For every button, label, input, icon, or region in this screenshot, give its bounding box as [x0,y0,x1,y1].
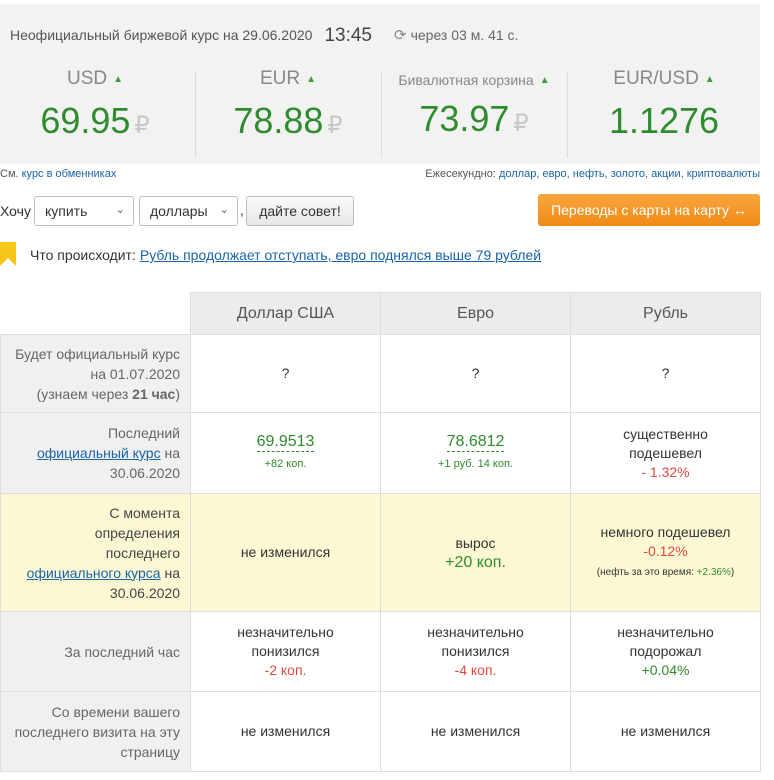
ruble-icon: ₽ [513,110,529,137]
exchange-offices-link[interactable]: курс в обменниках [22,168,117,180]
chevron-down-icon: ⌄ [219,204,229,216]
trend-up-icon: ▲ [704,74,715,85]
rate-basket-label: Бивалютная корзина [398,72,534,88]
rates-title: Неофициальный биржевой курс на 29.06.202… [10,27,313,43]
row-label-since-visit: Со времени вашего последнего визита на э… [0,691,191,772]
rate-usd-value: 69.95 [40,100,131,141]
since-official-rub-text: немного подешевел [600,524,731,540]
refresh-countdown: через 03 м. 41 с. [410,27,519,43]
rate-usd[interactable]: USD ▲ 69.95 ₽ [0,68,190,160]
see-prefix: См. [0,168,19,180]
column-usd: Доллар США [190,292,381,335]
row-label-forecast: Будет официальный курс на 01.07.2020 (уз… [0,334,191,413]
official-usd-value[interactable]: 69.9513 [256,433,315,452]
rate-basket[interactable]: Бивалютная корзина ▲ 73.97 ₽ [382,68,566,160]
table-row: За последний час незначительно понизился… [0,611,761,692]
official-eur-change: +1 руб. 14 коп. [438,458,513,470]
forecast-usd: ? [190,334,381,413]
row-label-last-official: Последний официальный курс на 30.06.2020 [0,412,191,494]
comparison-table: Доллар США Евро Рубль Будет официальный … [0,292,761,772]
news-label: Что происходит: [30,247,136,263]
table-row: Будет официальный курс на 01.07.2020 (уз… [0,334,761,413]
rate-eurusd-label: EUR/USD [613,68,699,89]
since-visit-eur: не изменился [380,691,571,772]
rate-eurusd[interactable]: EUR/USD ▲ 1.1276 [568,68,760,160]
since-official-eur: вырос +20 коп. [380,493,571,612]
every-second-prefix: Ежесекундно: [425,168,496,180]
link-dollar[interactable]: доллар [499,168,536,180]
rates-header: Неофициальный биржевой курс на 29.06.202… [10,24,518,46]
want-label: Хочу [0,203,31,219]
official-rub: существенно подешевел - 1.32% [570,412,761,494]
link-crypto[interactable]: криптовалюты [687,168,760,180]
table-corner [0,292,191,335]
since-visit-usd: не изменился [190,691,381,772]
bookmark-icon [0,242,16,266]
rate-basket-value: 73.97 [419,98,510,139]
ruble-icon: ₽ [327,112,343,139]
last-hour-rub: незначительно подорожал +0.04% [570,611,761,692]
exchange-links: См. курс в обменниках [0,168,116,180]
official-rub-text: существенно подешевел [623,425,708,461]
table-header: Доллар США Евро Рубль [0,292,761,335]
official-rate-link[interactable]: официального курса [27,565,161,581]
card-transfer-button[interactable]: Переводы с карты на карту ↔ [538,194,760,226]
comma: , [240,202,244,218]
news-link[interactable]: Рубль продолжает отступать, евро поднялс… [140,247,541,263]
currency-select[interactable]: доллары ⌄ [139,196,238,226]
last-hour-usd: незначительно понизился -2 коп. [190,611,381,692]
trend-up-icon: ▲ [539,75,550,86]
row-label-last-hour: За последний час [0,611,191,692]
link-euro[interactable]: евро [542,168,566,180]
oil-change-note: (нефть за это время: +2.36%) [596,567,735,578]
last-hour-eur: незначительно понизился -4 коп. [380,611,571,692]
currency-select-value: доллары [150,203,208,219]
rates-panel: Неофициальный биржевой курс на 29.06.202… [0,4,760,164]
official-rate-link[interactable]: официальный курс [37,445,161,461]
table-row: Последний официальный курс на 30.06.2020… [0,412,761,494]
forecast-rub: ? [570,334,761,413]
link-gold[interactable]: золото [611,168,645,180]
action-select-value: купить [45,203,88,219]
link-oil[interactable]: нефть [573,168,605,180]
since-official-eur-text: вырос [455,534,496,551]
news-row: Что происходит: Рубль продолжает отступат… [0,242,760,270]
column-eur: Евро [380,292,571,335]
table-row: Со времени вашего последнего визита на э… [0,691,761,772]
since-official-eur-change: +20 коп. [445,553,506,571]
row-label-since-official: С момента определения последнего официал… [0,493,191,612]
official-usd: 69.9513 +82 коп. [190,412,381,494]
rate-usd-label: USD [66,68,108,89]
since-visit-rub: не изменился [570,691,761,772]
chevron-down-icon: ⌄ [115,204,125,216]
rate-eur-label: EUR [259,68,301,89]
table-row: С момента определения последнего официал… [0,493,761,612]
rates-time: 13:45 [324,25,372,46]
since-official-rub-change: -0.12% [643,543,688,559]
official-eur: 78.6812 +1 руб. 14 коп. [380,412,571,494]
column-rub: Рубль [570,292,761,335]
link-stocks[interactable]: акции [651,168,681,180]
advise-form: Хочу купить ⌄ доллары ⌄ , дайте совет! П… [0,194,760,226]
rate-eur[interactable]: EUR ▲ 78.88 ₽ [196,68,380,160]
advice-button[interactable]: дайте совет! [246,196,354,226]
action-select[interactable]: купить ⌄ [34,196,134,226]
trend-up-icon: ▲ [113,74,124,85]
refresh-icon[interactable]: ⟳ [394,26,407,44]
trend-up-icon: ▲ [306,74,317,85]
every-second-links: Ежесекундно: доллар, евро, нефть, золото… [425,168,760,180]
forecast-eur: ? [380,334,571,413]
ruble-icon: ₽ [134,112,150,139]
rate-eur-value: 78.88 [233,100,324,141]
since-official-usd: не изменился [190,493,381,612]
rate-eurusd-value: 1.1276 [608,100,720,141]
official-usd-change: +82 коп. [264,458,307,470]
since-official-rub: немного подешевел -0.12% (нефть за это в… [570,493,761,612]
official-eur-value[interactable]: 78.6812 [446,433,505,452]
official-rub-change: - 1.32% [641,463,690,480]
